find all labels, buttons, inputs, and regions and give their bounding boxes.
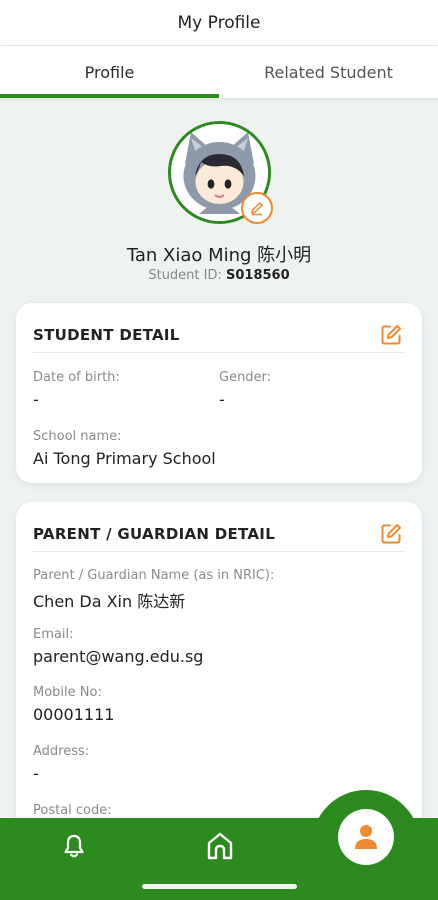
dob-label: Date of birth: [33,370,120,385]
address-label: Address: [33,744,90,759]
student-detail-header: STUDENT DETAIL [33,317,405,353]
mobile-value: 00001111 [33,705,115,724]
address-value: - [33,764,39,783]
avatar-edit-button[interactable] [241,192,273,224]
home-icon [207,832,233,860]
gender-label: Gender: [219,370,272,385]
student-id: Student ID: S018560 [0,268,438,283]
student-id-label: Student ID: [148,268,222,283]
guardian-detail-header: PARENT / GUARDIAN DETAIL [33,516,405,552]
notifications-button[interactable] [56,828,92,864]
bell-icon [64,834,84,858]
edit-guardian-detail-button[interactable] [377,520,405,548]
guardian-name-value: Chen Da Xin 陈达新 [33,592,186,611]
guardian-name-label: Parent / Guardian Name (as in NRIC): [33,568,275,583]
edit-icon [381,523,401,543]
student-name: Tan Xiao Ming 陈小明 [126,245,312,266]
school-value: Ai Tong Primary School [33,449,216,468]
tab-bar: Profile Related Student [0,46,438,98]
edit-icon [381,324,401,344]
dob-value: - [33,390,39,409]
student-detail-card: STUDENT DETAIL Date of birth: - Gender: … [16,303,422,483]
home-button[interactable] [200,826,240,866]
guardian-detail-title: PARENT / GUARDIAN DETAIL [33,524,276,543]
edit-student-detail-button[interactable] [377,321,405,349]
student-id-value: S018560 [226,268,290,283]
app-header: My Profile [0,0,438,46]
email-value: parent@wang.edu.sg [33,647,204,666]
person-icon [355,825,377,849]
tab-profile[interactable]: Profile [0,46,219,98]
pencil-icon [251,202,263,216]
school-label: School name: [33,429,122,444]
email-label: Email: [33,627,74,642]
tab-related-student[interactable]: Related Student [219,46,438,98]
home-indicator [142,884,297,889]
profile-nav-button[interactable] [338,809,394,865]
mobile-label: Mobile No: [33,685,102,700]
student-detail-title: STUDENT DETAIL [33,325,180,344]
tab-profile-label: Profile [84,62,135,82]
postal-code-label: Postal code: [33,803,112,818]
tab-related-student-label: Related Student [264,62,393,82]
gender-value: - [219,390,225,409]
avatar-section [168,121,273,224]
page-title: My Profile [177,12,261,33]
